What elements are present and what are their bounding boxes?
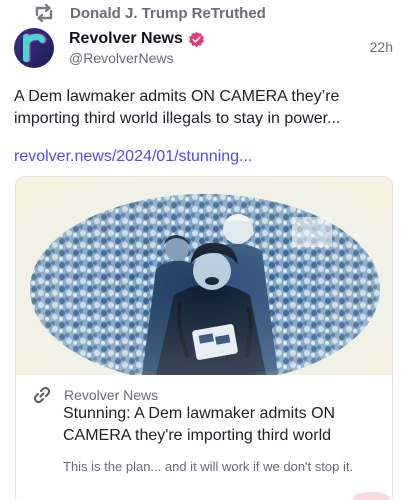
- display-name[interactable]: Revolver News: [69, 30, 183, 48]
- card-title[interactable]: Stunning: A Dem lawmaker admits ON CAMER…: [63, 403, 381, 447]
- retruth-icon: [35, 3, 53, 23]
- post-link[interactable]: revolver.news/2024/01/stunning...: [14, 148, 252, 166]
- link-preview-card[interactable]: Revolver News Stunning: A Dem lawmaker a…: [15, 176, 393, 500]
- name-row: Revolver News: [69, 30, 205, 48]
- card-source-row: Revolver News: [32, 385, 158, 405]
- retruth-banner: Donald J. Trump ReTruthed: [32, 2, 266, 24]
- post-timestamp[interactable]: 22h: [370, 39, 393, 55]
- author-handle[interactable]: @RevolverNews: [69, 50, 173, 66]
- post-header: Revolver News @RevolverNews 22h: [14, 28, 394, 68]
- card-source: Revolver News: [64, 387, 159, 403]
- card-image: [16, 177, 392, 375]
- link-icon: [33, 386, 51, 404]
- post-text: A Dem lawmaker admits ON CAMERA they’re …: [14, 88, 341, 127]
- verified-badge-icon: [188, 31, 204, 47]
- avatar[interactable]: [14, 28, 54, 68]
- card-description: This is the plan... and it will work if …: [63, 459, 354, 474]
- retruth-label[interactable]: Donald J. Trump ReTruthed: [70, 5, 266, 22]
- decorative-blob: [352, 492, 390, 500]
